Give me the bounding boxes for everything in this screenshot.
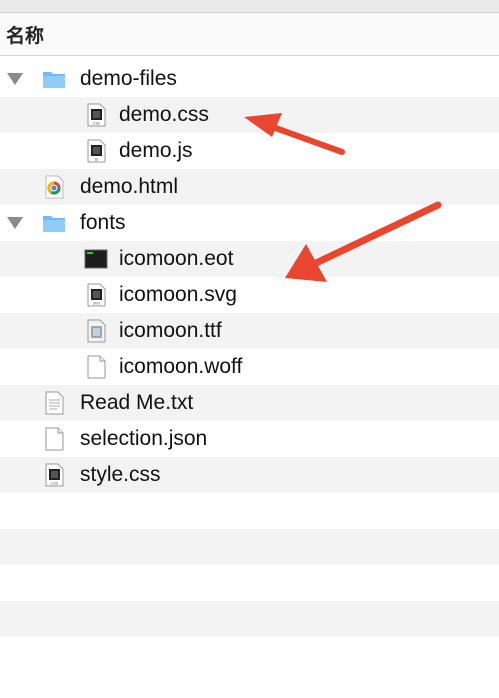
empty-row (0, 529, 499, 565)
folder-icon (42, 67, 66, 91)
file-name-label: demo.css (119, 103, 209, 126)
folder-row[interactable]: demo-files (0, 61, 499, 97)
file-row[interactable]: CSS style.css (0, 457, 499, 493)
svg-text:SVG: SVG (93, 302, 101, 306)
chrome-html-icon (42, 175, 66, 199)
disclosure-triangle-icon[interactable] (7, 73, 23, 85)
empty-row (0, 637, 499, 673)
disclosure-triangle-icon[interactable] (7, 217, 23, 229)
svg-file-icon: SVG (84, 283, 108, 307)
file-name-label: fonts (80, 211, 126, 234)
blank-file-icon (42, 427, 66, 451)
svg-text:CSS: CSS (51, 482, 59, 486)
empty-row (0, 601, 499, 637)
file-name-label: style.css (80, 463, 161, 486)
file-name-label: Read Me.txt (80, 391, 194, 414)
file-name-label: demo-files (80, 67, 177, 90)
folder-row[interactable]: fonts (0, 205, 499, 241)
file-name-label: icomoon.ttf (119, 319, 222, 342)
css-file-icon: CSS (42, 463, 66, 487)
font-file-icon (84, 319, 108, 343)
file-row[interactable]: icomoon.eot (0, 241, 499, 277)
file-name-label: icomoon.svg (119, 283, 237, 306)
file-name-label: icomoon.eot (119, 247, 234, 270)
js-file-icon: JS (84, 139, 108, 163)
file-name-label: demo.js (119, 139, 193, 162)
blank-file-icon (84, 355, 108, 379)
file-row[interactable]: icomoon.ttf (0, 313, 499, 349)
column-header-label: 名称 (6, 25, 45, 47)
text-file-icon (42, 391, 66, 415)
column-header-name[interactable]: 名称 (0, 13, 499, 56)
folder-icon (42, 211, 66, 235)
file-name-label: icomoon.woff (119, 355, 243, 378)
empty-row (0, 493, 499, 529)
svg-text:CSS: CSS (93, 122, 101, 126)
file-name-label: demo.html (80, 175, 179, 198)
terminal-file-icon (84, 247, 108, 271)
file-row[interactable]: CSS demo.css (0, 97, 499, 133)
file-row[interactable]: demo.html (0, 169, 499, 205)
empty-row (0, 565, 499, 601)
file-row[interactable]: icomoon.woff (0, 349, 499, 385)
file-name-label: selection.json (80, 427, 208, 450)
file-list: demo-files CSS demo.css JS demo.js demo.ht… (0, 61, 499, 673)
css-file-icon: CSS (84, 103, 108, 127)
file-row[interactable]: selection.json (0, 421, 499, 457)
file-row[interactable]: Read Me.txt (0, 385, 499, 421)
file-row[interactable]: SVG icomoon.svg (0, 277, 499, 313)
window-top-edge (0, 0, 499, 13)
file-row[interactable]: JS demo.js (0, 133, 499, 169)
